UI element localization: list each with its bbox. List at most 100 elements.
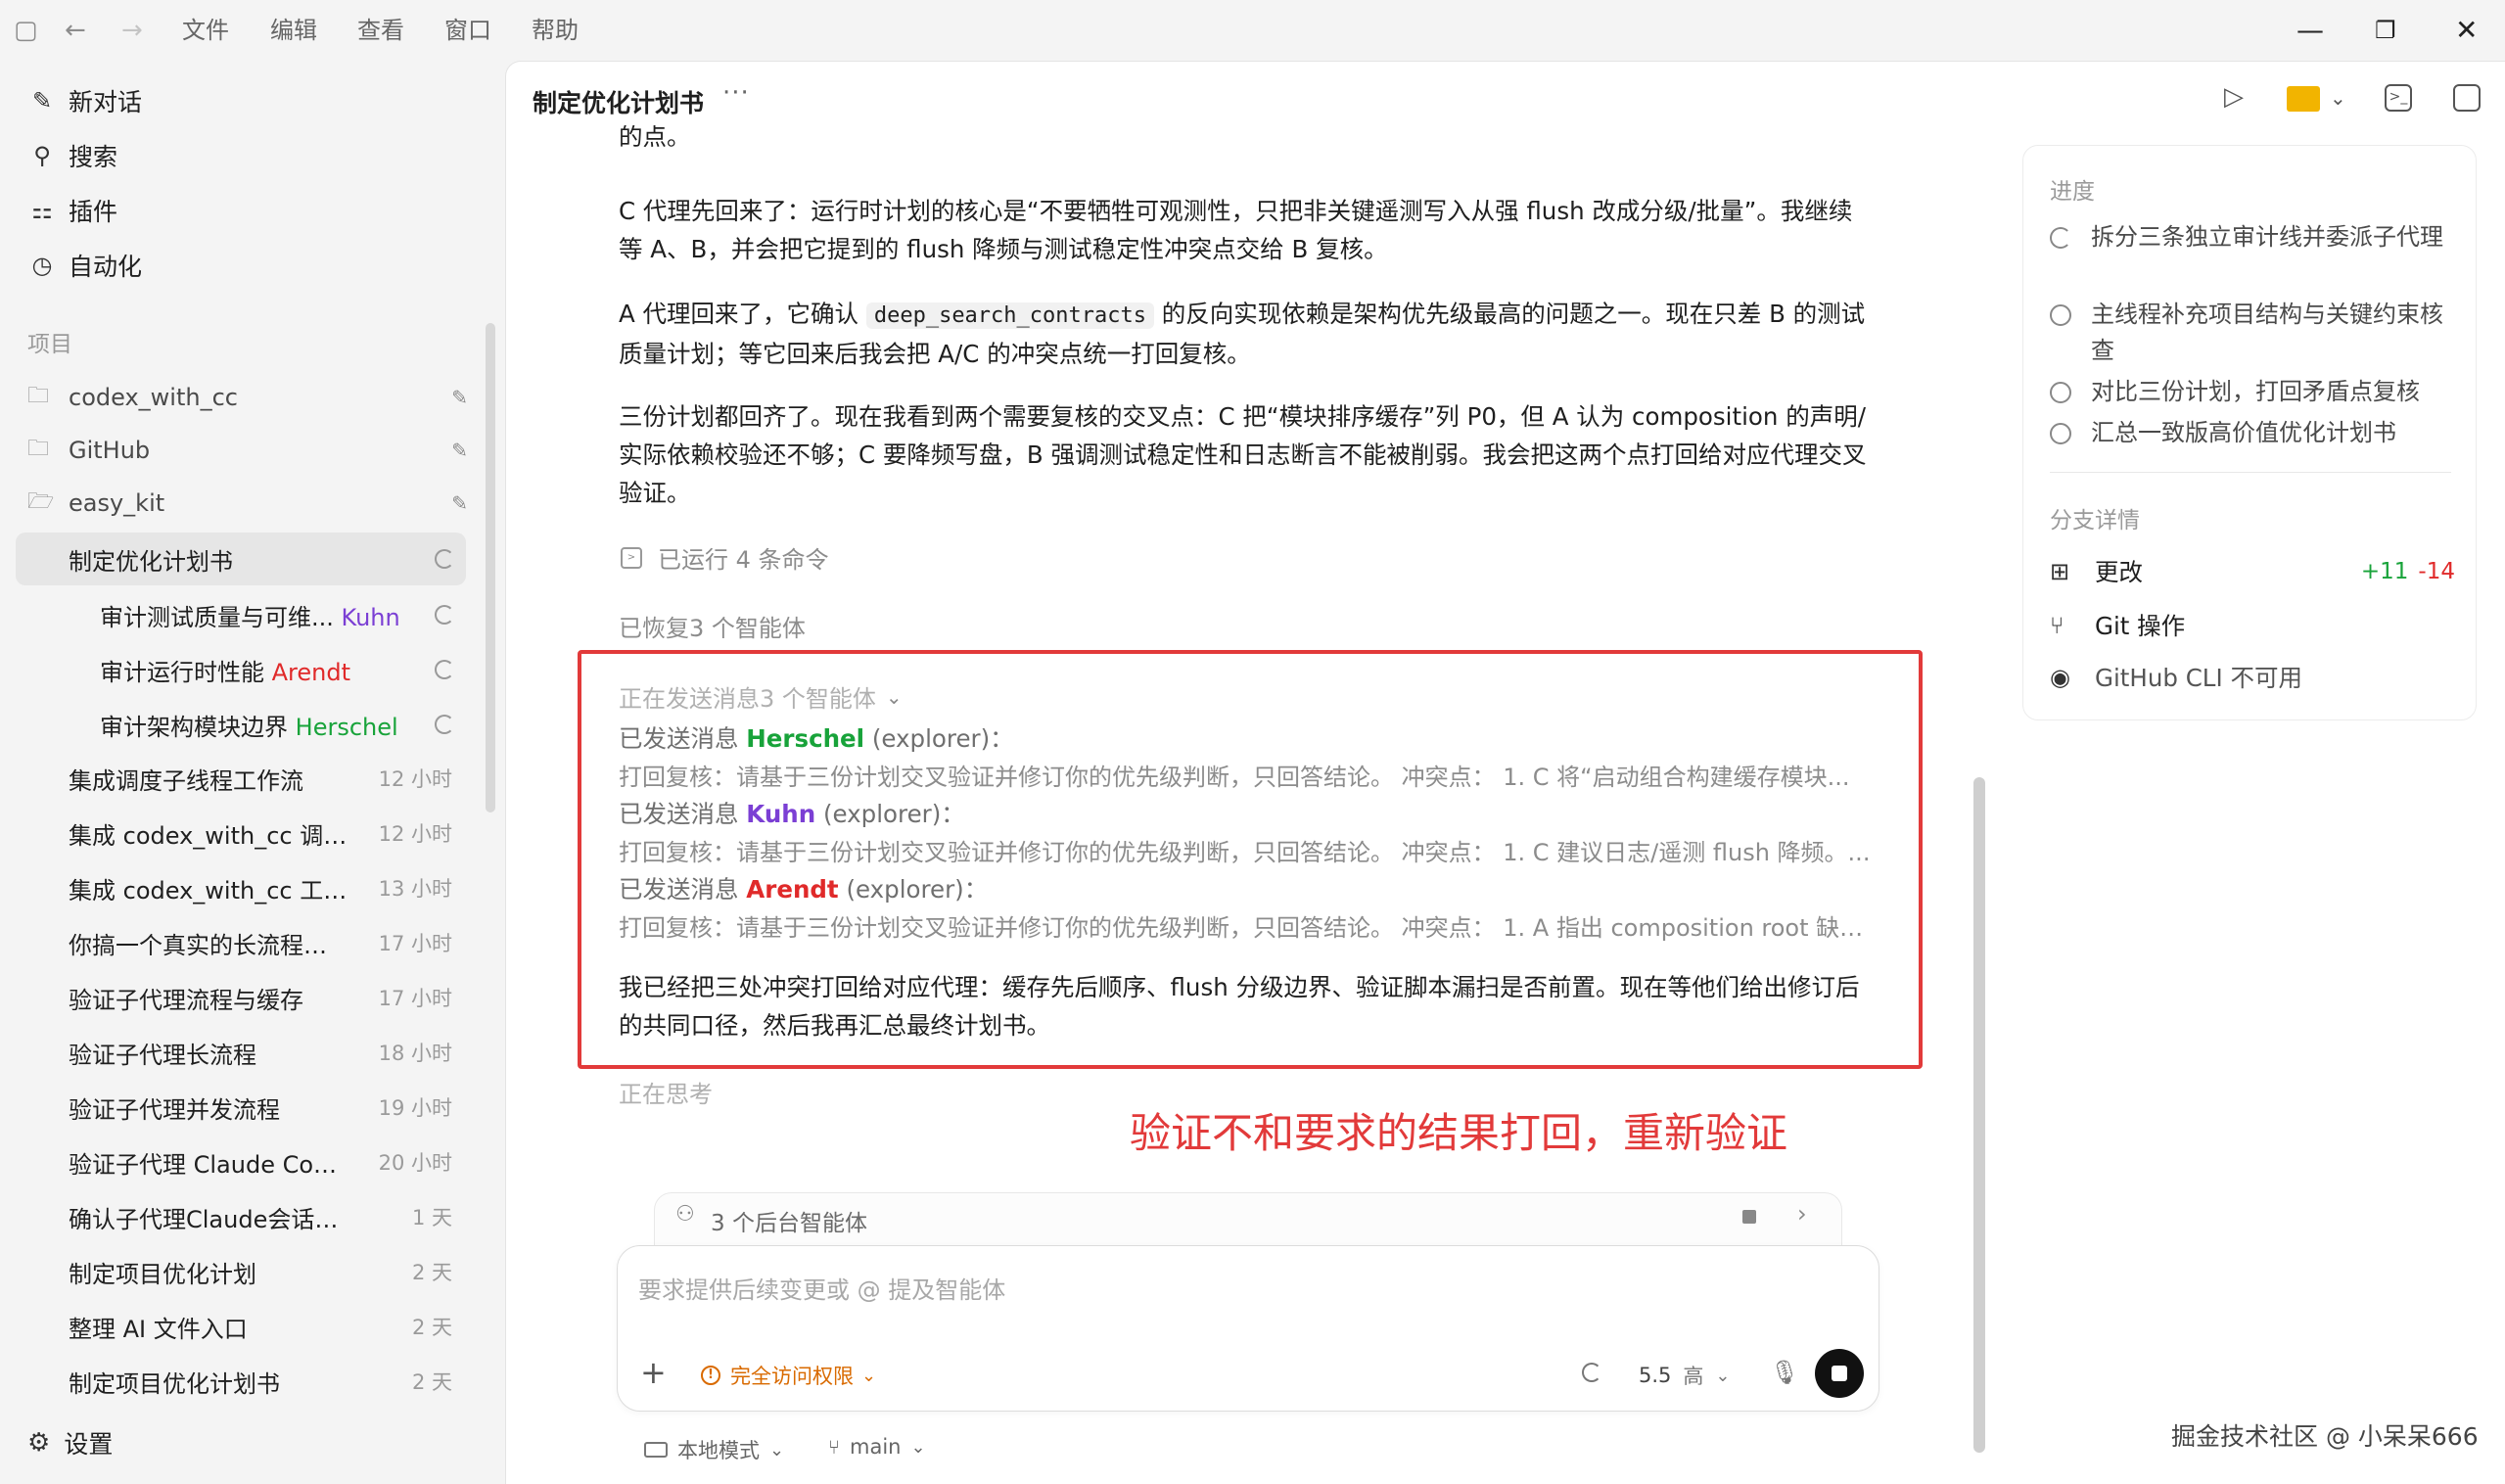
loading-spinner-icon [435,549,454,569]
sending-messages-row[interactable]: 正在发送消息3 个智能体 ⌄ [619,679,903,714]
project-github[interactable]: 🗀 GitHub ✎ [27,425,468,476]
sent-message-kuhn: 已发送消息 Kuhn (explorer)： [619,800,965,828]
sent-message-detail: 打回复核：请基于三份计划交叉验证并修订你的优先级判断，只回答结论。 冲突点： 1… [619,764,1850,791]
pending-circle-icon [2050,423,2071,444]
pending-circle-icon [2050,304,2071,326]
diff-icon: ⊞ [2050,557,2070,585]
git-branch-icon: ⑂ [2050,611,2064,639]
inline-code: deep_search_contracts [865,302,1154,329]
stop-agents-icon[interactable] [1742,1210,1756,1224]
access-permission-dropdown[interactable]: ! 完全访问权限 ⌄ [701,1361,876,1390]
subagent-item-kuhn[interactable]: 审计测试质量与可维... Kuhn [16,587,466,642]
message-text: 的点。 [619,125,691,151]
composer-input[interactable]: 要求提供后续变更或 @ 提及智能体 [638,1271,1005,1305]
menu-view[interactable]: 查看 [357,16,404,45]
sidebar-toggle-icon[interactable]: ▢ [14,0,38,61]
mode-selector[interactable]: 本地模式 ⌄ [644,1435,784,1464]
subagent-item-herschel[interactable]: 审计架构模块边界 Herschel [16,697,466,752]
more-options-icon[interactable]: ··· [722,78,750,108]
laptop-icon [644,1442,668,1458]
project-codex-with-cc[interactable]: 🗀 codex_with_cc ✎ [27,372,468,423]
forward-arrow-icon[interactable]: → [121,0,143,61]
folder-app-icon[interactable] [2287,86,2320,112]
add-attachment-icon[interactable]: + [640,1355,667,1390]
chat-title: 制定优化计划书 [533,89,705,117]
settings-button[interactable]: ⚙ 设置 [27,1425,113,1461]
new-chat-in-project-icon[interactable]: ✎ [451,439,468,462]
new-chat-in-project-icon[interactable]: ✎ [451,386,468,409]
plugins-icon: ⚏ [31,197,53,224]
menu-file[interactable]: 文件 [182,16,229,45]
message-text: 三份计划都回齐了。现在我看到两个需要复核的交叉点：C 把“模块排序缓存”列 P0… [619,402,1867,507]
chat-item[interactable]: 制定项目优化计划书 2 天 [16,1355,466,1408]
github-cli-row: ◉ GitHub CLI 不可用 [2050,663,2302,693]
progress-label: 进度 [2050,179,2095,205]
nav-plugins[interactable]: ⚏ 插件 [27,184,117,237]
nav-search[interactable]: ⚲ 搜索 [27,129,117,182]
chat-item[interactable]: 验证子代理 Claude Code CLI20 小时 [16,1136,466,1188]
chat-item[interactable]: 制定项目优化计划 2 天 [16,1245,466,1298]
chevron-down-icon: ⌄ [861,1365,877,1386]
thinking-status: 正在思考 [619,1081,713,1108]
loading-spinner-icon [1582,1363,1601,1382]
restored-agents-text: 已恢复3 个智能体 [619,615,806,642]
close-icon[interactable]: ✕ [2455,14,2478,47]
chevron-down-icon[interactable]: ⌄ [2330,86,2346,110]
nav-automation[interactable]: ◷ 自动化 [27,239,143,292]
chat-item[interactable]: 你搞一个真实的长流程复杂... 17 小时 [16,916,466,969]
pending-circle-icon [2050,382,2071,403]
terminal-icon: > [621,546,642,569]
clock-icon: ◷ [31,252,53,279]
chat-item-active[interactable]: 制定优化计划书 [16,533,466,585]
sidebar-scrollbar[interactable] [486,323,495,812]
chevron-right-icon[interactable]: › [1797,1200,1807,1228]
project-easy-kit[interactable]: 🗁 easy_kit ✎ [27,478,468,529]
chat-item[interactable]: 集成调度子线程工作流 12 小时 [16,752,466,805]
minimize-icon[interactable]: — [2296,14,2324,47]
loading-spinner-icon [435,715,454,734]
model-selector[interactable]: 5.5 高 ⌄ [1639,1361,1731,1390]
chat-item[interactable]: 整理 AI 文件入口 2 天 [16,1300,466,1353]
stop-button[interactable] [1815,1349,1864,1398]
summary-text: 我已经把三处冲突打回给对应代理：缓存先后顺序、flush 分级边界、验证脚本漏扫… [619,973,1860,1040]
git-actions-row[interactable]: ⑂ Git 操作 [2050,608,2455,642]
run-icon[interactable]: ▷ [2224,82,2244,112]
microphone-icon[interactable]: 🎙 [1770,1359,1799,1386]
nav-new-chat[interactable]: ✎ 新对话 [27,74,142,127]
chat-item[interactable]: 确认子代理Claude会话复用 1 天 [16,1190,466,1243]
menu-edit[interactable]: 编辑 [270,16,317,45]
menu-help[interactable]: 帮助 [532,16,579,45]
warning-icon: ! [701,1366,720,1385]
chat-item[interactable]: 集成 codex_with_cc 调度工...12 小时 [16,807,466,859]
new-chat-in-project-icon[interactable]: ✎ [451,491,468,515]
branch-selector[interactable]: ⑂ main ⌄ [828,1435,926,1459]
sent-message-detail: 打回复核：请基于三份计划交叉验证并修订你的优先级判断，只回答结论。 冲突点： 1… [619,914,1881,942]
terminal-icon[interactable]: >_ [2385,84,2412,112]
projects-section-label: 项目 [27,332,72,357]
chevron-down-icon: ⌄ [910,1436,926,1458]
ran-commands-row[interactable]: > 已运行 4 条命令 [621,540,829,575]
chat-item[interactable]: 集成 codex_with_cc 工作流 13 小时 [16,861,466,914]
todo-item: 主线程补充项目结构与关键约束核查 [2050,297,2461,369]
chat-scrollbar[interactable] [1973,777,1985,1453]
chat-item[interactable]: 验证子代理长流程 18 小时 [16,1026,466,1079]
message-text: A 代理回来了，它确认 deep_search_contracts 的反向实现依… [619,300,1866,368]
chevron-down-icon: ⌄ [885,684,903,709]
gear-icon: ⚙ [27,1428,51,1458]
maximize-icon[interactable]: ❐ [2375,14,2396,47]
search-icon: ⚲ [33,142,51,169]
sent-message-detail: 打回复核：请基于三份计划交叉验证并修订你的优先级判断，只回答结论。 冲突点： 1… [619,839,1871,866]
chat-item[interactable]: 验证子代理流程与缓存 17 小时 [16,971,466,1024]
message-text: C 代理先回来了：运行时计划的核心是“不要牺牲可观测性，只把非关键遥测写入从强 … [619,197,1853,263]
sent-message-arendt: 已发送消息 Arendt (explorer)： [619,875,989,904]
changes-row[interactable]: ⊞ 更改 +11 -14 [2050,554,2455,588]
git-branch-icon: ⑂ [828,1435,840,1459]
annotation-text: 验证不和要求的结果打回，重新验证 [1130,1109,1788,1157]
subagent-item-arendt[interactable]: 审计运行时性能 Arendt [16,642,466,697]
panel-toggle-icon[interactable] [2453,84,2481,112]
branch-details-label: 分支详情 [2050,508,2140,533]
menu-window[interactable]: 窗口 [444,16,491,45]
back-arrow-icon[interactable]: ← [65,0,86,61]
github-icon: ◉ [2050,663,2070,691]
chat-item[interactable]: 验证子代理并发流程 19 小时 [16,1081,466,1134]
